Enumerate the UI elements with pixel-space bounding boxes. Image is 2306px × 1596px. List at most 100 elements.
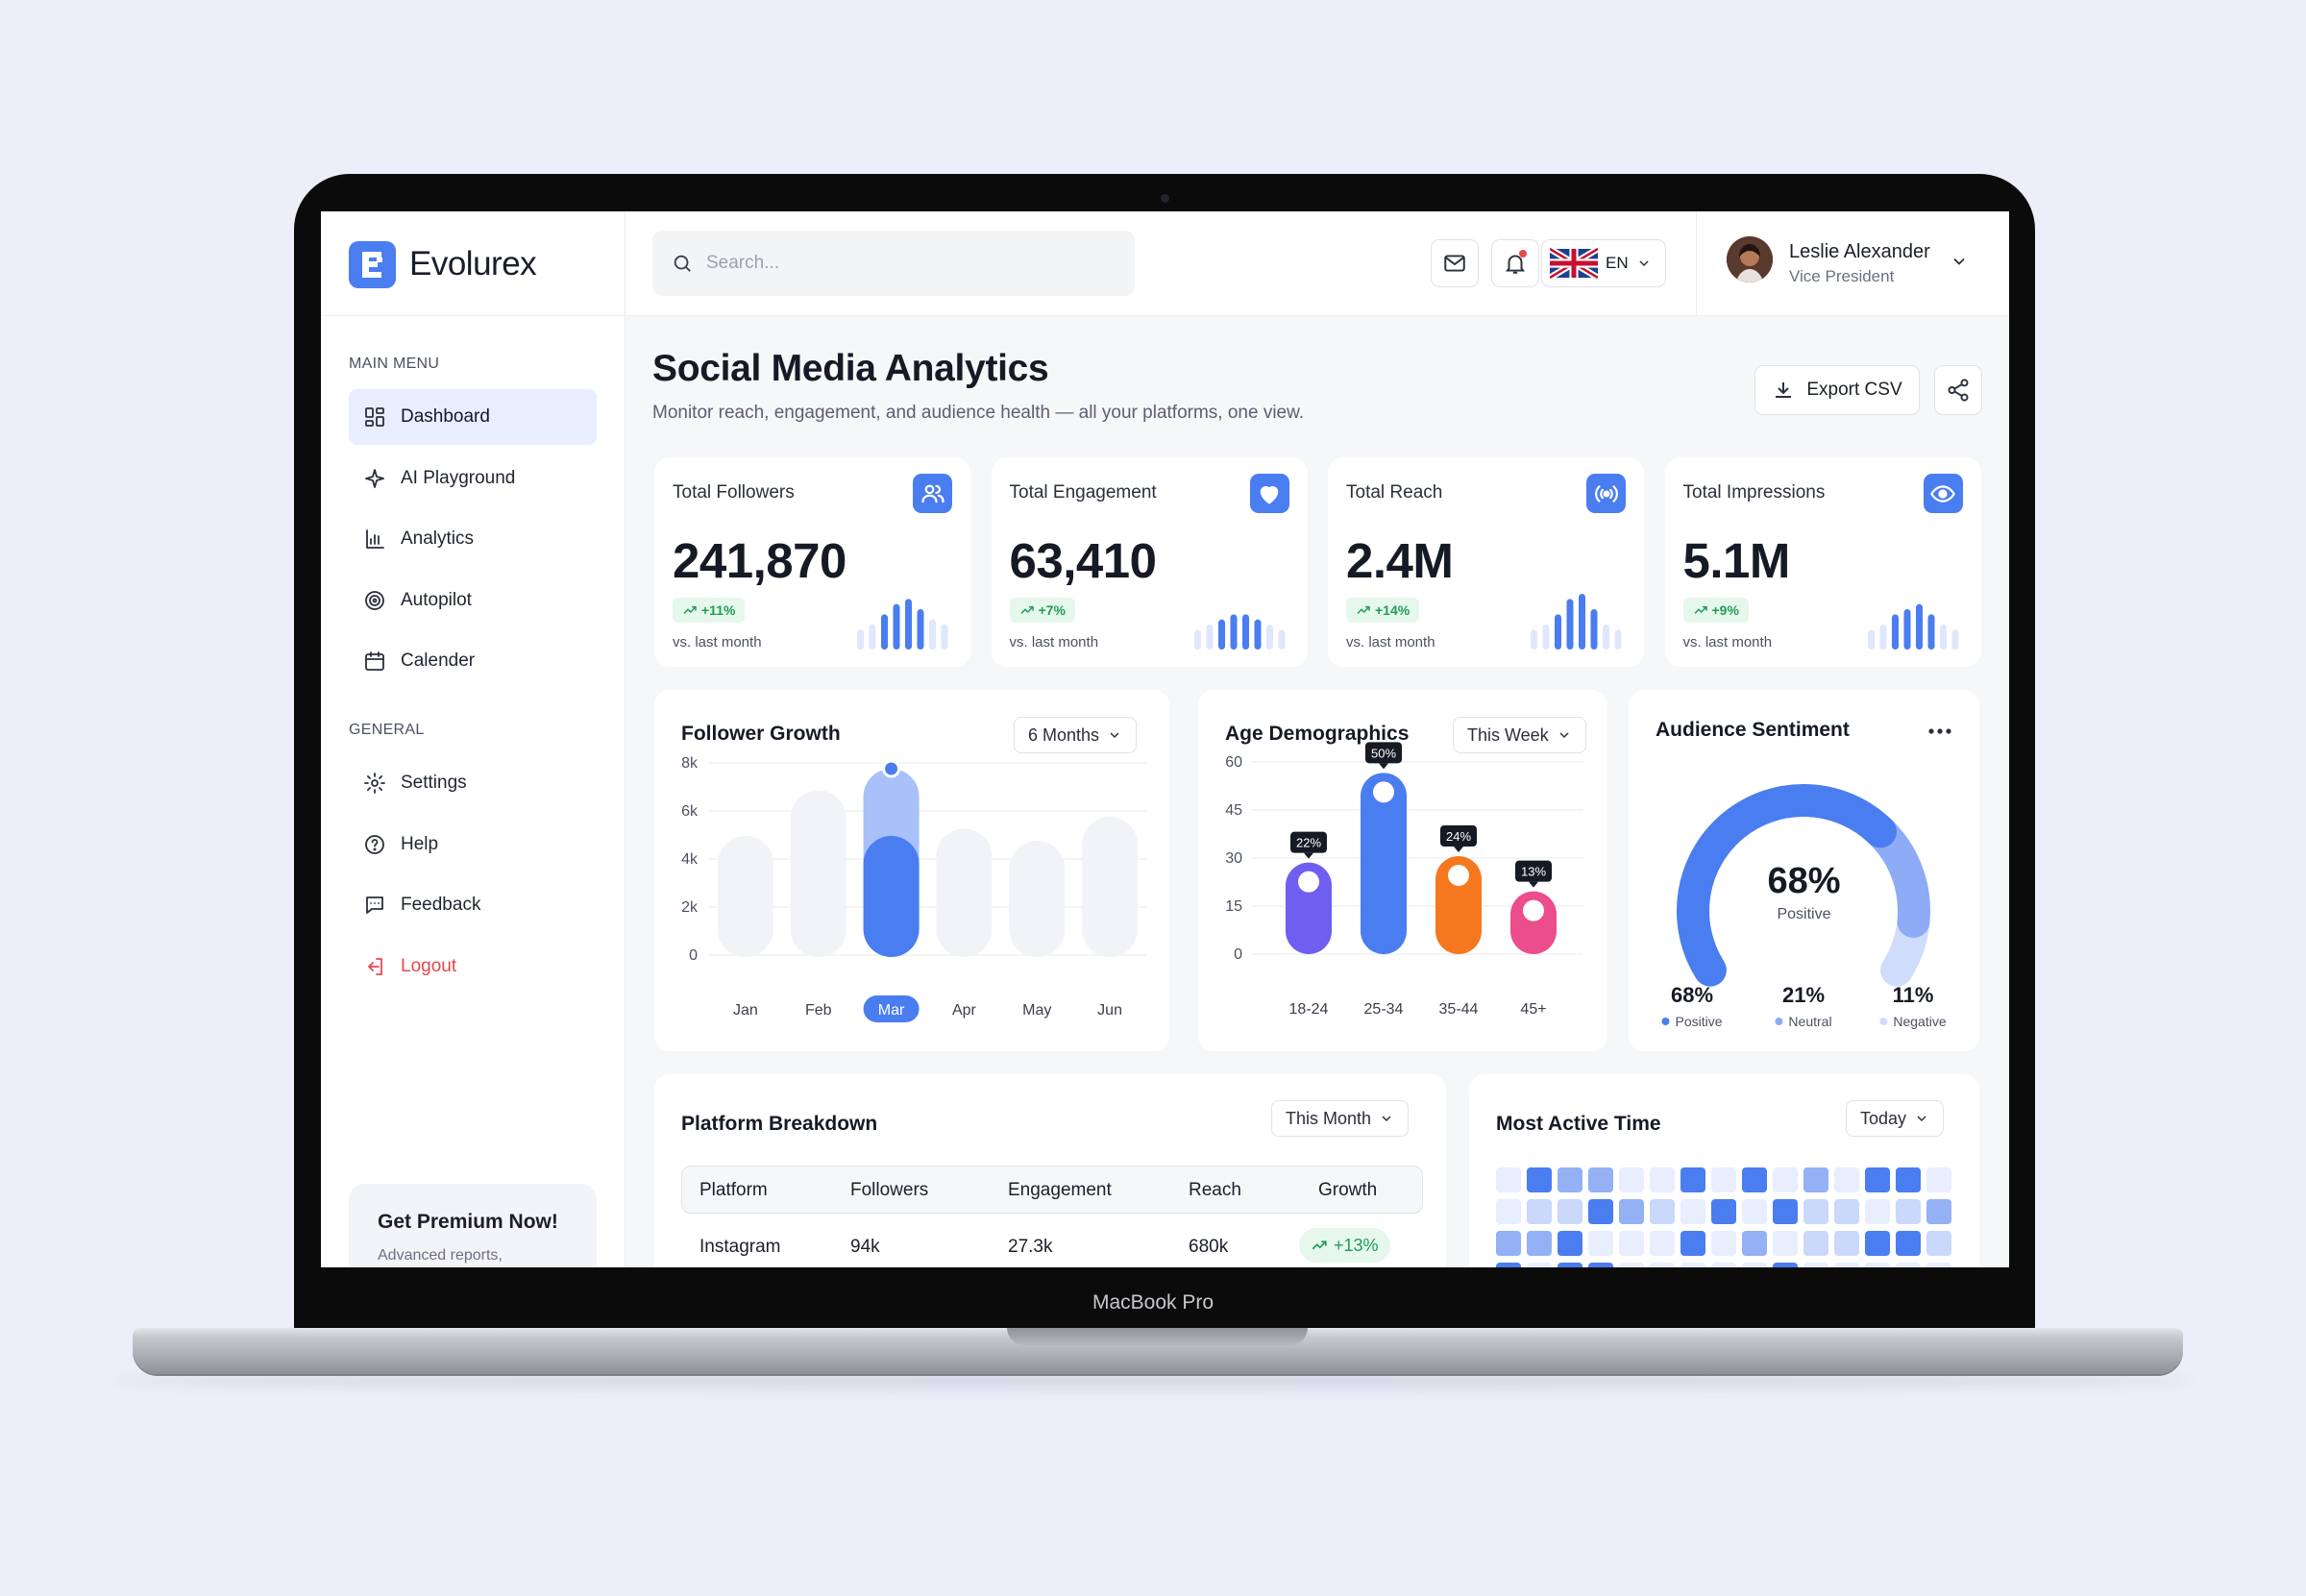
sidebar-item-calender[interactable]: Calender xyxy=(349,633,597,689)
heatmap-cell[interactable] xyxy=(1865,1199,1890,1224)
heatmap-cell[interactable] xyxy=(1834,1231,1859,1256)
heatmap-cell[interactable] xyxy=(1896,1263,1921,1267)
sidebar-item-analytics[interactable]: Analytics xyxy=(349,511,597,567)
heatmap-cell[interactable] xyxy=(1527,1231,1552,1256)
platform-breakdown-filter[interactable]: This Month xyxy=(1271,1100,1410,1137)
heatmap-cell[interactable] xyxy=(1773,1231,1798,1256)
heatmap-cell[interactable] xyxy=(1650,1263,1675,1267)
heatmap-cell[interactable] xyxy=(1926,1231,1951,1256)
user-name[interactable]: Leslie Alexander xyxy=(1789,241,1930,263)
premium-card[interactable]: Get Premium Now! Advanced reports, xyxy=(349,1184,597,1267)
user-avatar[interactable] xyxy=(1727,236,1773,282)
mail-button[interactable] xyxy=(1431,239,1479,287)
heatmap-cell[interactable] xyxy=(1558,1199,1582,1224)
heatmap-cell[interactable] xyxy=(1742,1231,1767,1256)
chevron-down-icon[interactable] xyxy=(1950,252,1969,271)
heatmap-cell[interactable] xyxy=(1773,1263,1798,1267)
heatmap-cell[interactable] xyxy=(1711,1167,1736,1192)
heatmap-cell[interactable] xyxy=(1711,1199,1736,1224)
heatmap-cell[interactable] xyxy=(1588,1167,1613,1192)
kpi-change-badge: +7% xyxy=(1009,598,1075,623)
heatmap-cell[interactable] xyxy=(1496,1231,1521,1256)
heatmap-cell[interactable] xyxy=(1680,1231,1705,1256)
heatmap-cell[interactable] xyxy=(1896,1231,1921,1256)
sidebar-item-settings[interactable]: Settings xyxy=(349,755,597,811)
sidebar-item-logout[interactable]: Logout xyxy=(349,939,597,994)
heatmap-cell[interactable] xyxy=(1834,1167,1859,1192)
heatmap-cell[interactable] xyxy=(1742,1263,1767,1267)
share-button[interactable] xyxy=(1934,365,1982,415)
heatmap-cell[interactable] xyxy=(1742,1199,1767,1224)
heatmap-cell[interactable] xyxy=(1711,1231,1736,1256)
logo[interactable]: Evolurex xyxy=(349,240,537,288)
notification-button[interactable] xyxy=(1491,239,1539,287)
bar[interactable] xyxy=(1009,841,1066,957)
language-select[interactable]: EN xyxy=(1541,239,1666,287)
heatmap-cell[interactable] xyxy=(1650,1199,1675,1224)
sidebar-item-dashboard[interactable]: Dashboard xyxy=(349,389,597,445)
heatmap-cell[interactable] xyxy=(1803,1263,1828,1267)
heatmap-cell[interactable] xyxy=(1896,1167,1921,1192)
heatmap-cell[interactable] xyxy=(1558,1167,1582,1192)
search-box[interactable] xyxy=(652,231,1135,296)
heatmap-cell[interactable] xyxy=(1834,1199,1859,1224)
heatmap-cell[interactable] xyxy=(1803,1167,1828,1192)
heatmap-cell[interactable] xyxy=(1558,1231,1582,1256)
heatmap-cell[interactable] xyxy=(1803,1231,1828,1256)
heatmap-cell[interactable] xyxy=(1926,1199,1951,1224)
heatmap-cell[interactable] xyxy=(1650,1167,1675,1192)
heatmap-cell[interactable] xyxy=(1558,1263,1582,1267)
heatmap-cell[interactable] xyxy=(1527,1199,1552,1224)
platform-breakdown-title: Platform Breakdown xyxy=(681,1113,878,1135)
column-header[interactable]: Engagement xyxy=(1008,1180,1112,1201)
column-header[interactable]: Followers xyxy=(850,1180,928,1201)
heatmap-cell[interactable] xyxy=(1926,1167,1951,1192)
heatmap-cell[interactable] xyxy=(1680,1167,1705,1192)
heatmap-cell[interactable] xyxy=(1865,1263,1890,1267)
bar[interactable] xyxy=(863,836,920,957)
heatmap-cell[interactable] xyxy=(1619,1199,1644,1224)
heatmap-cell[interactable] xyxy=(1834,1263,1859,1267)
heatmap-cell[interactable] xyxy=(1619,1167,1644,1192)
heatmap-cell[interactable] xyxy=(1803,1199,1828,1224)
heatmap-cell[interactable] xyxy=(1711,1263,1736,1267)
sidebar-item-ai-playground[interactable]: AI Playground xyxy=(349,451,597,506)
heatmap-cell[interactable] xyxy=(1680,1263,1705,1267)
heatmap-cell[interactable] xyxy=(1650,1231,1675,1256)
heatmap-cell[interactable] xyxy=(1496,1167,1521,1192)
x-tick-label: Feb xyxy=(805,1002,832,1019)
spark-bar xyxy=(1542,625,1550,650)
kpi-change-badge: +9% xyxy=(1682,598,1749,623)
heatmap-cell[interactable] xyxy=(1926,1263,1951,1267)
heatmap-cell[interactable] xyxy=(1619,1231,1644,1256)
column-header[interactable]: Growth xyxy=(1318,1180,1377,1201)
heatmap-cell[interactable] xyxy=(1773,1199,1798,1224)
heatmap-cell[interactable] xyxy=(1588,1231,1613,1256)
heatmap-cell[interactable] xyxy=(1680,1199,1705,1224)
bar[interactable] xyxy=(1082,817,1139,957)
bar[interactable] xyxy=(790,790,846,958)
heatmap-cell[interactable] xyxy=(1865,1167,1890,1192)
heatmap-cell[interactable] xyxy=(1896,1199,1921,1224)
search-input[interactable] xyxy=(706,253,1091,274)
y-tick-label: 30 xyxy=(1225,850,1242,867)
bar-marker xyxy=(1298,871,1319,893)
heatmap-cell[interactable] xyxy=(1588,1199,1613,1224)
export-csv-button[interactable]: Export CSV xyxy=(1754,365,1920,415)
bar[interactable] xyxy=(717,836,773,957)
column-header[interactable]: Platform xyxy=(699,1180,768,1201)
heatmap-cell[interactable] xyxy=(1742,1167,1767,1192)
heatmap-cell[interactable] xyxy=(1619,1263,1644,1267)
heatmap-cell[interactable] xyxy=(1527,1167,1552,1192)
column-header[interactable]: Reach xyxy=(1189,1180,1241,1201)
sidebar-item-feedback[interactable]: Feedback xyxy=(349,877,597,933)
bar[interactable] xyxy=(936,828,993,958)
sidebar-item-autopilot[interactable]: Autopilot xyxy=(349,573,597,628)
sidebar-item-help[interactable]: Help xyxy=(349,817,597,872)
heatmap-cell[interactable] xyxy=(1527,1263,1552,1267)
heatmap-cell[interactable] xyxy=(1865,1231,1890,1256)
heatmap-cell[interactable] xyxy=(1588,1263,1613,1267)
heatmap-cell[interactable] xyxy=(1773,1167,1798,1192)
heatmap-cell[interactable] xyxy=(1496,1263,1521,1267)
heatmap-cell[interactable] xyxy=(1496,1199,1521,1224)
